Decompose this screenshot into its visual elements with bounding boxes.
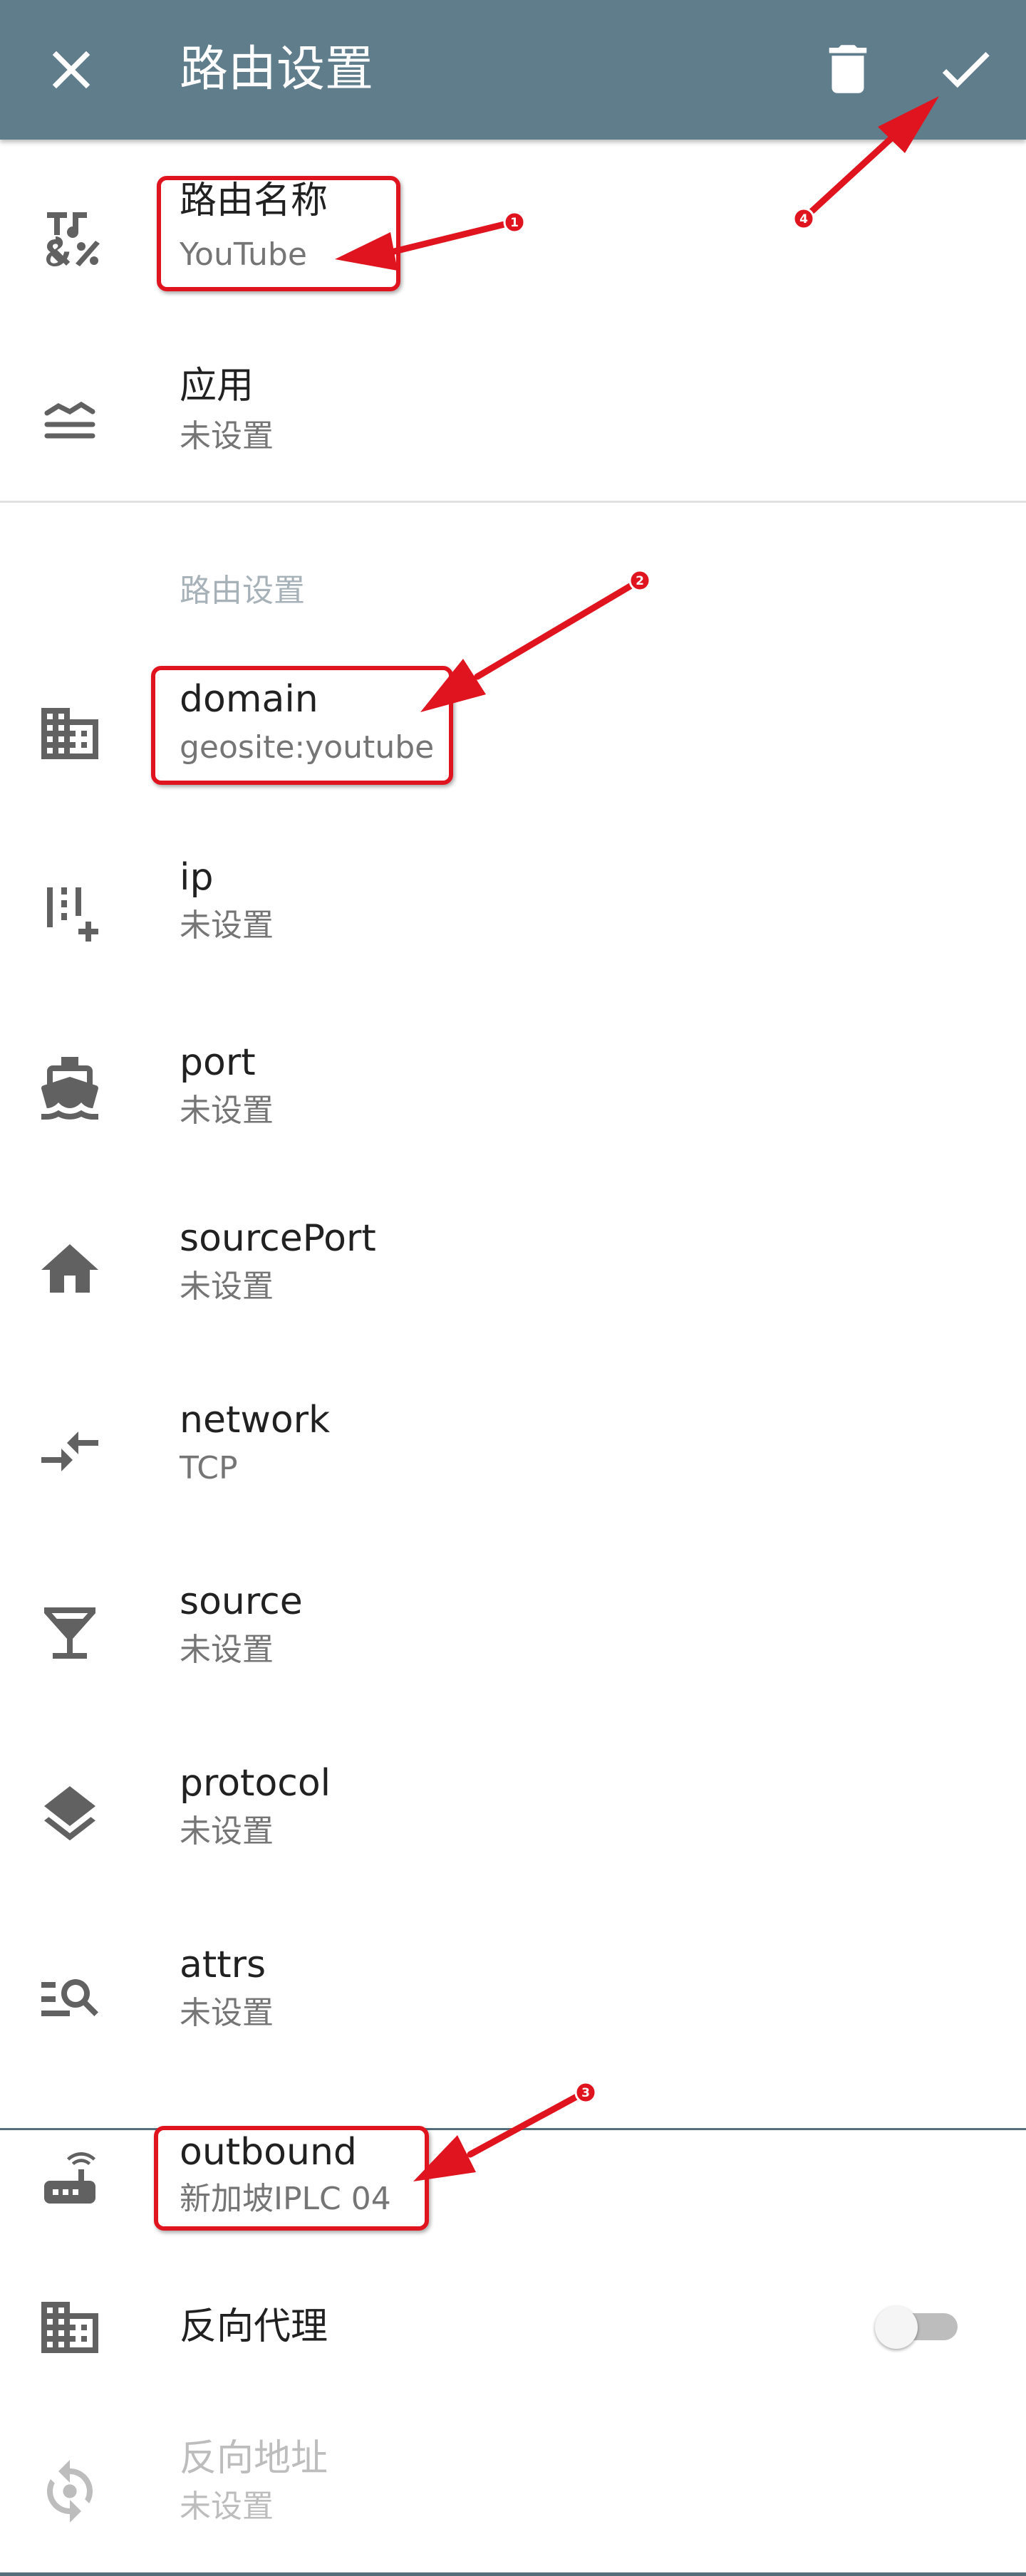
- save-button[interactable]: [933, 37, 998, 101]
- svg-text:3: 3: [581, 2086, 590, 2100]
- layers-icon: [36, 1780, 104, 1849]
- annotation-box-2: [151, 666, 453, 785]
- toggle-thumb: [875, 2306, 918, 2349]
- check-icon: [942, 51, 990, 88]
- attrs-value: 未设置: [180, 1995, 274, 2031]
- domain-building-icon: [36, 2293, 104, 2362]
- source-value: 未设置: [180, 1632, 274, 1668]
- source-port-label: sourcePort: [180, 1217, 376, 1260]
- close-button[interactable]: [39, 38, 103, 102]
- delete-button[interactable]: [816, 37, 880, 101]
- source-row[interactable]: source 未设置: [0, 1570, 1026, 1720]
- section-title: 路由设置: [180, 573, 305, 609]
- annotation-box-1: [157, 176, 400, 291]
- source-port-value: 未设置: [180, 1268, 274, 1305]
- protocol-label: protocol: [180, 1762, 331, 1805]
- close-icon: [52, 51, 90, 89]
- compare-arrows-icon: [36, 1417, 104, 1486]
- protocol-value: 未设置: [180, 1813, 274, 1850]
- search-list-icon: [36, 1962, 104, 2030]
- port-row[interactable]: port 未设置: [0, 1026, 1026, 1175]
- reverse-proxy-toggle[interactable]: [875, 2300, 960, 2350]
- protocol-row[interactable]: protocol 未设置: [0, 1752, 1026, 1902]
- annotation-badge-2: 2: [628, 569, 651, 592]
- svg-text:2: 2: [636, 574, 644, 588]
- annotation-badge-3: 3: [574, 2081, 597, 2104]
- router-icon: [36, 2144, 104, 2212]
- format-text-icon: [36, 201, 104, 269]
- app-bar: 路由设置: [0, 0, 1026, 140]
- divider: [0, 501, 1026, 503]
- apps-row[interactable]: 应用 未设置: [0, 356, 1026, 506]
- layers-lines-icon: [36, 385, 104, 453]
- ship-icon: [36, 1054, 104, 1122]
- port-label: port: [180, 1041, 256, 1084]
- ip-label: ip: [180, 856, 214, 899]
- ip-row[interactable]: ip 未设置: [0, 848, 1026, 997]
- reverse-address-row: 反向地址 未设置: [0, 2436, 1026, 2564]
- network-row[interactable]: network TCP: [0, 1389, 1026, 1538]
- network-value: TCP: [180, 1450, 238, 1486]
- route-name-row[interactable]: 路由名称 YouTube: [0, 171, 1026, 320]
- reverse-proxy-label: 反向代理: [180, 2305, 328, 2348]
- port-value: 未设置: [180, 1093, 274, 1129]
- apps-value: 未设置: [180, 418, 274, 454]
- home-icon: [36, 1236, 104, 1304]
- domain-building-icon: [36, 699, 104, 768]
- apps-label: 应用: [180, 365, 254, 407]
- reverse-address-label: 反向地址: [180, 2437, 328, 2480]
- ip-add-icon: [36, 876, 104, 944]
- ip-value: 未设置: [180, 907, 274, 944]
- reverse-proxy-row[interactable]: 反向代理: [0, 2279, 1026, 2379]
- attrs-label: attrs: [180, 1944, 266, 1986]
- trash-icon: [829, 45, 867, 93]
- network-label: network: [180, 1399, 331, 1441]
- annotation-box-3: [154, 2126, 429, 2231]
- source-label: source: [180, 1580, 303, 1623]
- sync-icon: [36, 2457, 104, 2525]
- bottom-divider: [0, 2572, 1026, 2576]
- source-port-row[interactable]: sourcePort 未设置: [0, 1207, 1026, 1357]
- attrs-row[interactable]: attrs 未设置: [0, 1934, 1026, 2083]
- page-title: 路由设置: [180, 41, 374, 98]
- reverse-address-value: 未设置: [180, 2488, 274, 2525]
- glass-icon: [36, 1599, 104, 1667]
